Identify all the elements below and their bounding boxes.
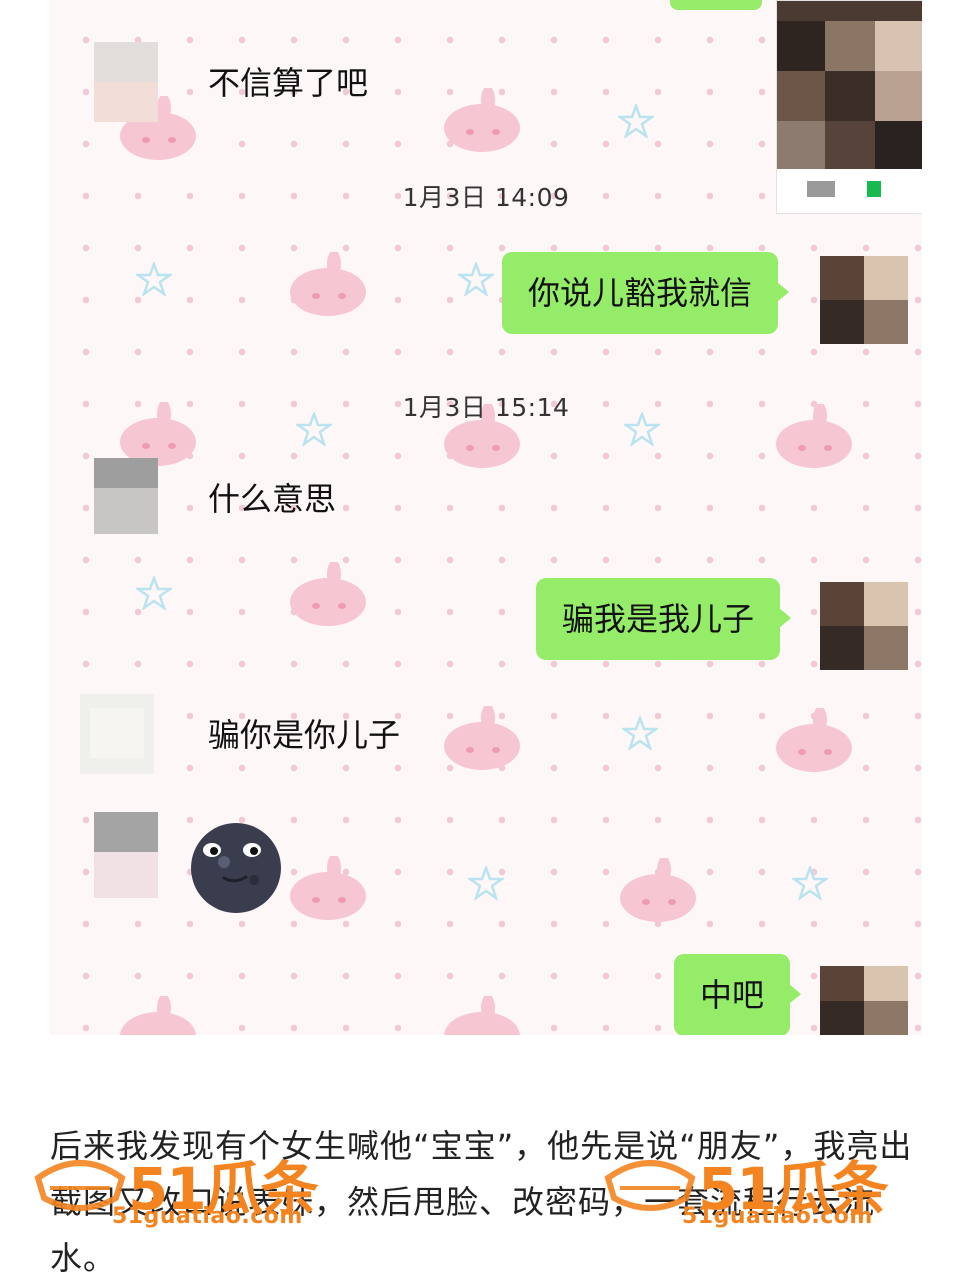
- message-bubble-received[interactable]: 不信算了吧: [188, 42, 394, 124]
- contact-avatar[interactable]: [80, 694, 154, 774]
- my-avatar[interactable]: [820, 582, 908, 670]
- timestamp: 1月3日 14:09: [402, 183, 570, 212]
- message-bubble-sent[interactable]: 中吧: [674, 954, 802, 1035]
- contact-avatar[interactable]: [94, 812, 158, 898]
- bunny-pattern-icon: [776, 708, 852, 772]
- bunny-pattern-icon: [290, 562, 366, 626]
- watermark-url: 51guatiao.com: [112, 1204, 303, 1229]
- timestamp: 1月3日 15:14: [402, 393, 570, 422]
- bunny-pattern-icon: [620, 858, 696, 922]
- bunny-pattern-icon: [444, 996, 520, 1035]
- message-bubble-received[interactable]: 骗你是你儿子: [188, 694, 426, 776]
- bunny-pattern-icon: [290, 856, 366, 920]
- message-bubble-sent[interactable]: 骗我是我儿子: [536, 578, 792, 660]
- contact-avatar[interactable]: [94, 42, 158, 122]
- partial-message-bubble: [670, 0, 762, 10]
- star-pattern-icon: [136, 576, 172, 610]
- star-pattern-icon: [468, 866, 504, 900]
- star-pattern-icon: [618, 104, 654, 138]
- message-bubble-received[interactable]: 什么意思: [188, 458, 362, 540]
- contact-avatar[interactable]: [94, 458, 158, 534]
- star-pattern-icon: [458, 262, 494, 296]
- star-pattern-icon: [136, 262, 172, 296]
- bunny-pattern-icon: [444, 88, 520, 152]
- message-bubble-sent[interactable]: 你说儿豁我就信: [502, 252, 790, 334]
- watermark-logo: 51瓜条 51guatiao.com: [600, 1138, 960, 1238]
- chat-area[interactable]: 不信算了吧 1月3日 14:09 你说儿豁我就信 1月3日 15:14 什么意思…: [50, 0, 922, 1035]
- bunny-pattern-icon: [444, 706, 520, 770]
- watermark-url: 51guatiao.com: [682, 1204, 873, 1229]
- watermark-logo: 51瓜条 51guatiao.com: [30, 1138, 390, 1238]
- my-avatar[interactable]: [820, 256, 908, 344]
- bunny-pattern-icon: [120, 996, 196, 1035]
- my-avatar[interactable]: [820, 966, 908, 1035]
- star-pattern-icon: [792, 866, 828, 900]
- bunny-pattern-icon: [290, 252, 366, 316]
- star-pattern-icon: [622, 716, 658, 750]
- new-moon-face-emoji-icon[interactable]: [188, 822, 284, 914]
